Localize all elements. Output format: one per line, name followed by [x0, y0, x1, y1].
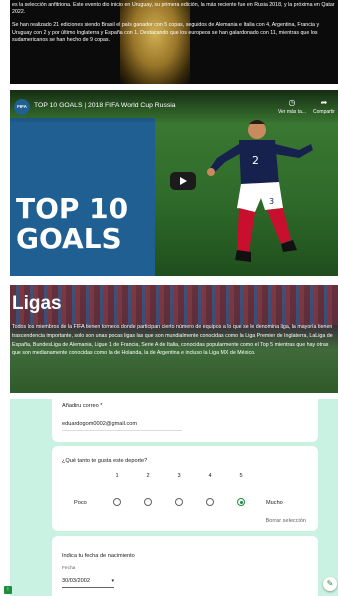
share-button[interactable]: ➦ Compartir [310, 98, 338, 115]
date-field-label: Fecha [62, 566, 76, 571]
date-question: Indica tu fecha de nacimiento [62, 553, 135, 559]
share-label: Compartir [313, 109, 335, 115]
rating-radio-1[interactable] [113, 498, 121, 506]
edit-pencil-icon[interactable]: ✎ [323, 577, 337, 591]
email-field[interactable]: eduardogom0002@gmail.com [62, 421, 182, 431]
ligas-title: Ligas [12, 293, 62, 314]
video-title[interactable]: TOP 10 GOALS | 2018 FIFA World Cup Russi… [34, 102, 176, 109]
clock-icon: ◷ [288, 98, 296, 107]
player-image: 2 3 [207, 120, 313, 262]
scale-low-label: Poco [74, 500, 87, 506]
video-thumbnail-title-line-2: GOALS [16, 222, 122, 255]
worldcup-paragraph-2: Se han realizado 21 ediciones siendo Bra… [12, 22, 320, 43]
rating-radio-2[interactable] [144, 498, 152, 506]
scale-number-4: 4 [208, 473, 212, 479]
ligas-text: Todos los miembros de la FIFA tienen tor… [12, 324, 333, 357]
worldcup-section: es la selección anfitriona. Este evento … [10, 0, 338, 84]
share-icon: ➦ [320, 98, 328, 107]
scale-number-1: 1 [115, 473, 119, 479]
rating-radio-3[interactable] [175, 498, 183, 506]
date-value-text: 30/03/2002 [62, 578, 90, 584]
sport-rating-card: ¿Qué tanto te gusta este deporte? 1 2 3 … [52, 446, 318, 531]
ligas-section: Ligas Todos los miembros de la FIFA tien… [10, 285, 338, 393]
date-field[interactable]: 30/03/2002 ▾ [62, 578, 114, 588]
report-icon[interactable]: ! [4, 586, 12, 594]
video-thumbnail-title-line-1: TOP 10 [16, 192, 129, 225]
email-card: Añadiru correo * eduardogom0002@gmail.co… [52, 399, 318, 442]
sport-question: ¿Qué tanto te gusta este deporte? [62, 458, 148, 464]
watch-later-label: Ver más ta... [277, 109, 307, 115]
form-area: Añadiru correo * eduardogom0002@gmail.co… [10, 399, 338, 596]
scale-number-3: 3 [177, 473, 181, 479]
svg-text:3: 3 [269, 197, 274, 206]
svg-text:2: 2 [252, 154, 259, 167]
dropdown-caret-icon[interactable]: ▾ [111, 578, 114, 584]
scale-number-2: 2 [146, 473, 150, 479]
channel-logo[interactable]: FIFA [14, 99, 30, 115]
rating-radio-4[interactable] [206, 498, 214, 506]
watch-later-button[interactable]: ◷ Ver más ta... [276, 98, 308, 115]
scale-number-5: 5 [239, 473, 243, 479]
clear-selection-button[interactable]: Borrar selección [266, 518, 306, 524]
email-label: Añadiru correo * [62, 403, 103, 409]
play-button[interactable] [170, 172, 196, 190]
birthdate-card: Indica tu fecha de nacimiento Fecha 30/0… [52, 536, 318, 596]
worldcup-paragraph-1: es la selección anfitriona. Este evento … [12, 2, 335, 16]
video-embed[interactable]: 2 3 FIFA TOP 10 GOALS | 2018 FIFA World … [10, 90, 338, 276]
worldcup-text: es la selección anfitriona. Este evento … [12, 2, 338, 50]
rating-radio-5[interactable] [237, 498, 245, 506]
video-thumbnail-title: TOP 10 GOALS [16, 194, 128, 254]
scale-high-label: Mucho [266, 500, 283, 506]
